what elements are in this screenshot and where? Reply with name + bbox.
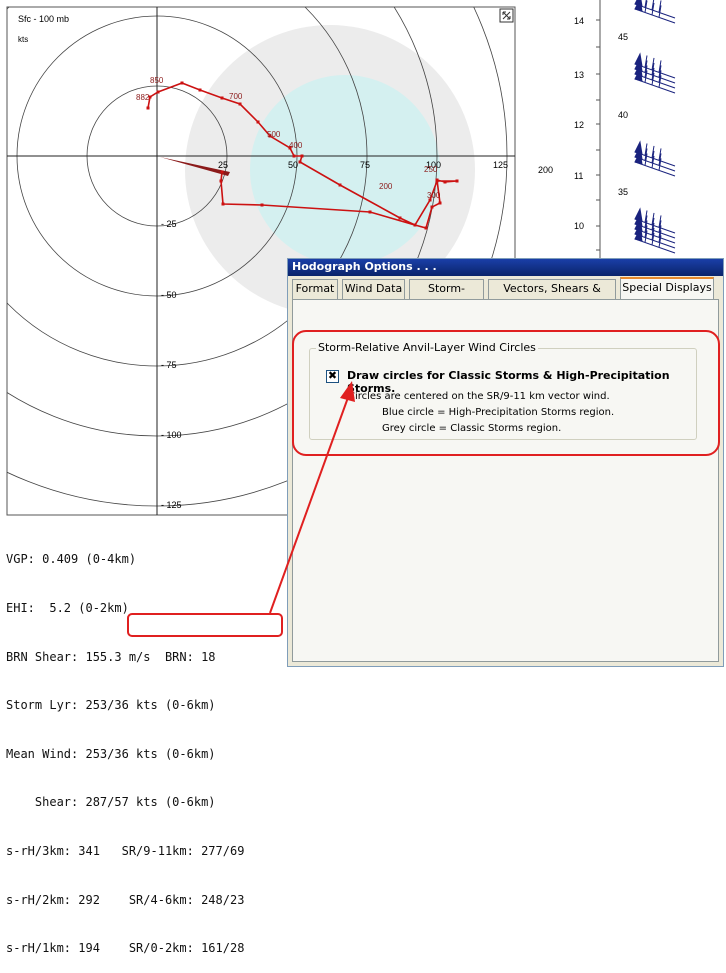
- trace-point: [221, 202, 225, 206]
- skewt-fragment: 200 14 13 12 11 10 45 40 35: [538, 0, 676, 258]
- level-label: 250: [424, 165, 438, 174]
- tab-storm-motion[interactable]: Storm-Motion: [409, 279, 484, 313]
- circles-centered-note: Circles are centered on the SR/9-11 km v…: [348, 391, 610, 402]
- level-label: 882: [136, 93, 150, 102]
- y-tick-label: - 75: [161, 360, 177, 370]
- temperature-label: 40: [618, 110, 628, 120]
- x-tick-label: 50: [288, 160, 298, 170]
- trace-point: [443, 180, 447, 184]
- trace-point: [298, 160, 302, 164]
- group-title: Storm-Relative Anvil-Layer Wind Circles: [316, 341, 538, 354]
- trace-point: [368, 210, 372, 214]
- trace-point: [430, 205, 434, 209]
- x-tick-label: 25: [218, 160, 228, 170]
- trace-point: [146, 106, 150, 110]
- level-label: 850: [150, 76, 164, 85]
- trace-point: [220, 96, 224, 100]
- temperature-label: 45: [618, 32, 628, 42]
- height-ticks: [596, 19, 600, 251]
- trace-point: [180, 81, 184, 85]
- blue-circle-note: Blue circle = High-Precipitation Storms …: [382, 407, 615, 418]
- tab-strip: Format Wind Data Storm-Motion Vectors, S…: [292, 277, 719, 313]
- grey-circle-note: Grey circle = Classic Storms region.: [382, 423, 562, 434]
- level-label: 200: [379, 182, 393, 191]
- temperature-label: 35: [618, 187, 628, 197]
- tab-format[interactable]: Format: [292, 279, 338, 299]
- stat-line: Shear: 287/57 kts (0-6km): [6, 795, 216, 810]
- stat-line: s-rH/2km: 292 SR/4-6km: 248/23: [6, 892, 245, 907]
- stat-line: VGP: 0.409 (0-4km): [6, 552, 137, 567]
- stat-line: Mean Wind: 253/36 kts (0-6km): [6, 746, 216, 761]
- y-tick-label: - 100: [161, 430, 182, 440]
- level-label: 300: [427, 191, 441, 200]
- trace-point: [398, 216, 402, 220]
- tab-wind-data[interactable]: Wind Data: [342, 279, 405, 299]
- trace-point: [435, 179, 439, 183]
- x-tick-label: 75: [360, 160, 370, 170]
- level-label: 700: [229, 92, 243, 101]
- height-label: 13: [574, 70, 584, 80]
- hodograph-units: kts: [18, 35, 28, 44]
- tab-vectors-shears-helicity[interactable]: Vectors, Shears & Helicity: [488, 279, 616, 313]
- wind-barbs: [634, 0, 676, 254]
- hp-storms-circle: [250, 75, 440, 265]
- x-tick-label: 125: [493, 160, 508, 170]
- stat-line: Storm Lyr: 253/36 kts (0-6km): [6, 698, 216, 713]
- tab-special-displays[interactable]: Special Displays: [620, 277, 714, 299]
- trace-point: [219, 179, 223, 183]
- trace-point: [300, 154, 304, 158]
- height-label: 12: [574, 120, 584, 130]
- trace-point: [220, 170, 224, 174]
- pressure-label: 200: [538, 165, 553, 175]
- anvil-wind-circles-group: Storm-Relative Anvil-Layer Wind Circles …: [309, 341, 697, 440]
- trace-point: [260, 203, 264, 207]
- level-label: 500: [267, 130, 281, 139]
- stat-line: s-rH/1km: 194 SR/0-2km: 161/28: [6, 941, 245, 956]
- height-label: 14: [574, 16, 584, 26]
- hodograph-title: Sfc - 100 mb: [18, 14, 69, 24]
- trace-point: [238, 102, 242, 106]
- stat-line: s-rH/3km: 341 SR/9-11km: 277/69: [6, 843, 245, 858]
- trace-point: [455, 179, 459, 183]
- stat-line: BRN Shear: 155.3 m/s BRN: 18: [6, 649, 216, 664]
- trace-point: [338, 183, 342, 187]
- trace-point: [413, 223, 417, 227]
- trace-point: [424, 226, 428, 230]
- level-label: 400: [289, 141, 303, 150]
- draw-circles-checkbox[interactable]: ✖: [326, 370, 339, 383]
- height-label: 10: [574, 221, 584, 231]
- height-label: 11: [574, 171, 583, 181]
- trace-point: [292, 154, 296, 158]
- dialog-title: Hodograph Options . . .: [288, 259, 723, 276]
- y-tick-label: - 25: [161, 219, 177, 229]
- trace-point: [438, 201, 442, 205]
- trace-point: [156, 90, 160, 94]
- trace-point: [256, 120, 260, 124]
- trace-point: [198, 88, 202, 92]
- hodograph-options-dialog: Hodograph Options . . . Format Wind Data…: [287, 258, 724, 667]
- y-tick-label: - 125: [161, 500, 182, 510]
- sounding-stats: VGP: 0.409 (0-4km) EHI: 5.2 (0-2km) BRN …: [6, 519, 244, 973]
- stat-line: EHI: 5.2 (0-2km): [6, 601, 129, 615]
- y-tick-label: - 50: [161, 290, 177, 300]
- special-displays-panel: Storm-Relative Anvil-Layer Wind Circles …: [292, 299, 719, 662]
